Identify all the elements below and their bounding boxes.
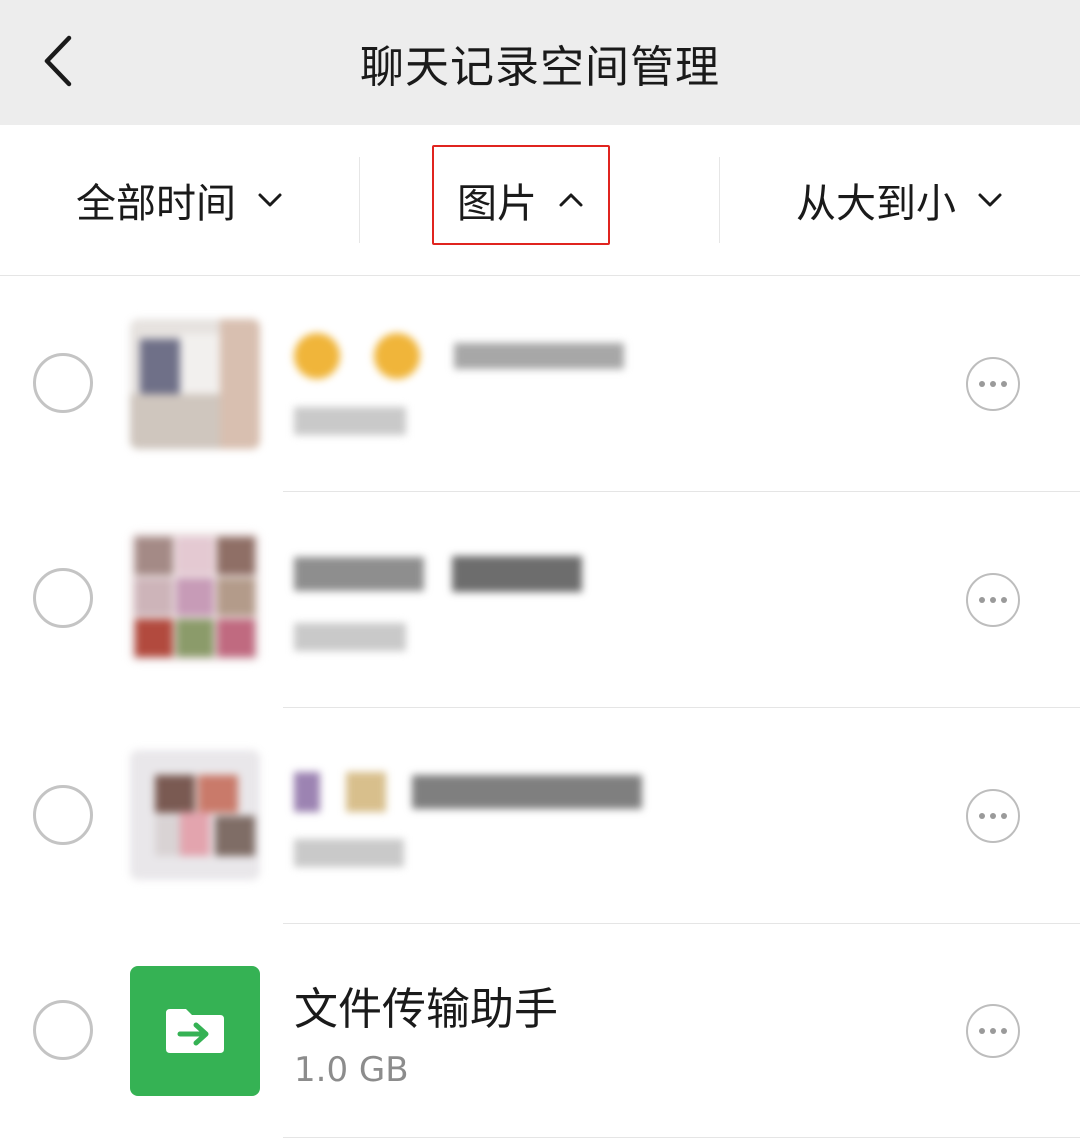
storage-size: 1.0 GB — [294, 1050, 409, 1090]
more-button[interactable] — [966, 789, 1020, 843]
select-checkbox[interactable] — [33, 1000, 93, 1060]
select-checkbox[interactable] — [33, 353, 93, 413]
more-icon — [979, 1028, 1007, 1034]
list-item[interactable] — [0, 708, 1080, 924]
page-title: 聊天记录空间管理 — [360, 41, 720, 93]
sort-filter[interactable]: 从大到小 — [720, 125, 1080, 275]
list-item[interactable] — [0, 276, 1080, 492]
nav-bar: 聊天记录空间管理 — [0, 0, 1080, 125]
more-button[interactable] — [966, 357, 1020, 411]
contact-name — [294, 328, 624, 379]
select-checkbox[interactable] — [33, 568, 93, 628]
avatar — [130, 319, 260, 449]
list-item[interactable] — [0, 492, 1080, 708]
contact-name — [294, 546, 582, 597]
contact-name: 文件传输助手 — [294, 984, 558, 1035]
storage-size — [294, 620, 406, 660]
storage-size — [294, 404, 406, 444]
chevron-down-icon — [256, 186, 284, 214]
more-icon — [979, 813, 1007, 819]
folder-arrow-icon — [166, 1009, 224, 1053]
time-filter-label: 全部时间 — [76, 181, 236, 227]
avatar — [130, 750, 260, 880]
avatar — [130, 532, 260, 662]
more-button[interactable] — [966, 1004, 1020, 1058]
time-filter[interactable]: 全部时间 — [0, 125, 360, 275]
back-button[interactable] — [28, 26, 88, 96]
chevron-left-icon — [44, 35, 72, 87]
highlight-box — [432, 145, 610, 245]
sort-filter-label: 从大到小 — [796, 181, 956, 227]
list-item[interactable]: 文件传输助手 1.0 GB — [0, 924, 1080, 1139]
storage-size — [294, 836, 404, 876]
row-divider — [283, 1137, 1080, 1138]
more-button[interactable] — [966, 573, 1020, 627]
more-icon — [979, 381, 1007, 387]
contact-name — [294, 764, 642, 815]
avatar — [130, 966, 260, 1096]
more-icon — [979, 597, 1007, 603]
select-checkbox[interactable] — [33, 785, 93, 845]
chevron-down-icon — [976, 186, 1004, 214]
